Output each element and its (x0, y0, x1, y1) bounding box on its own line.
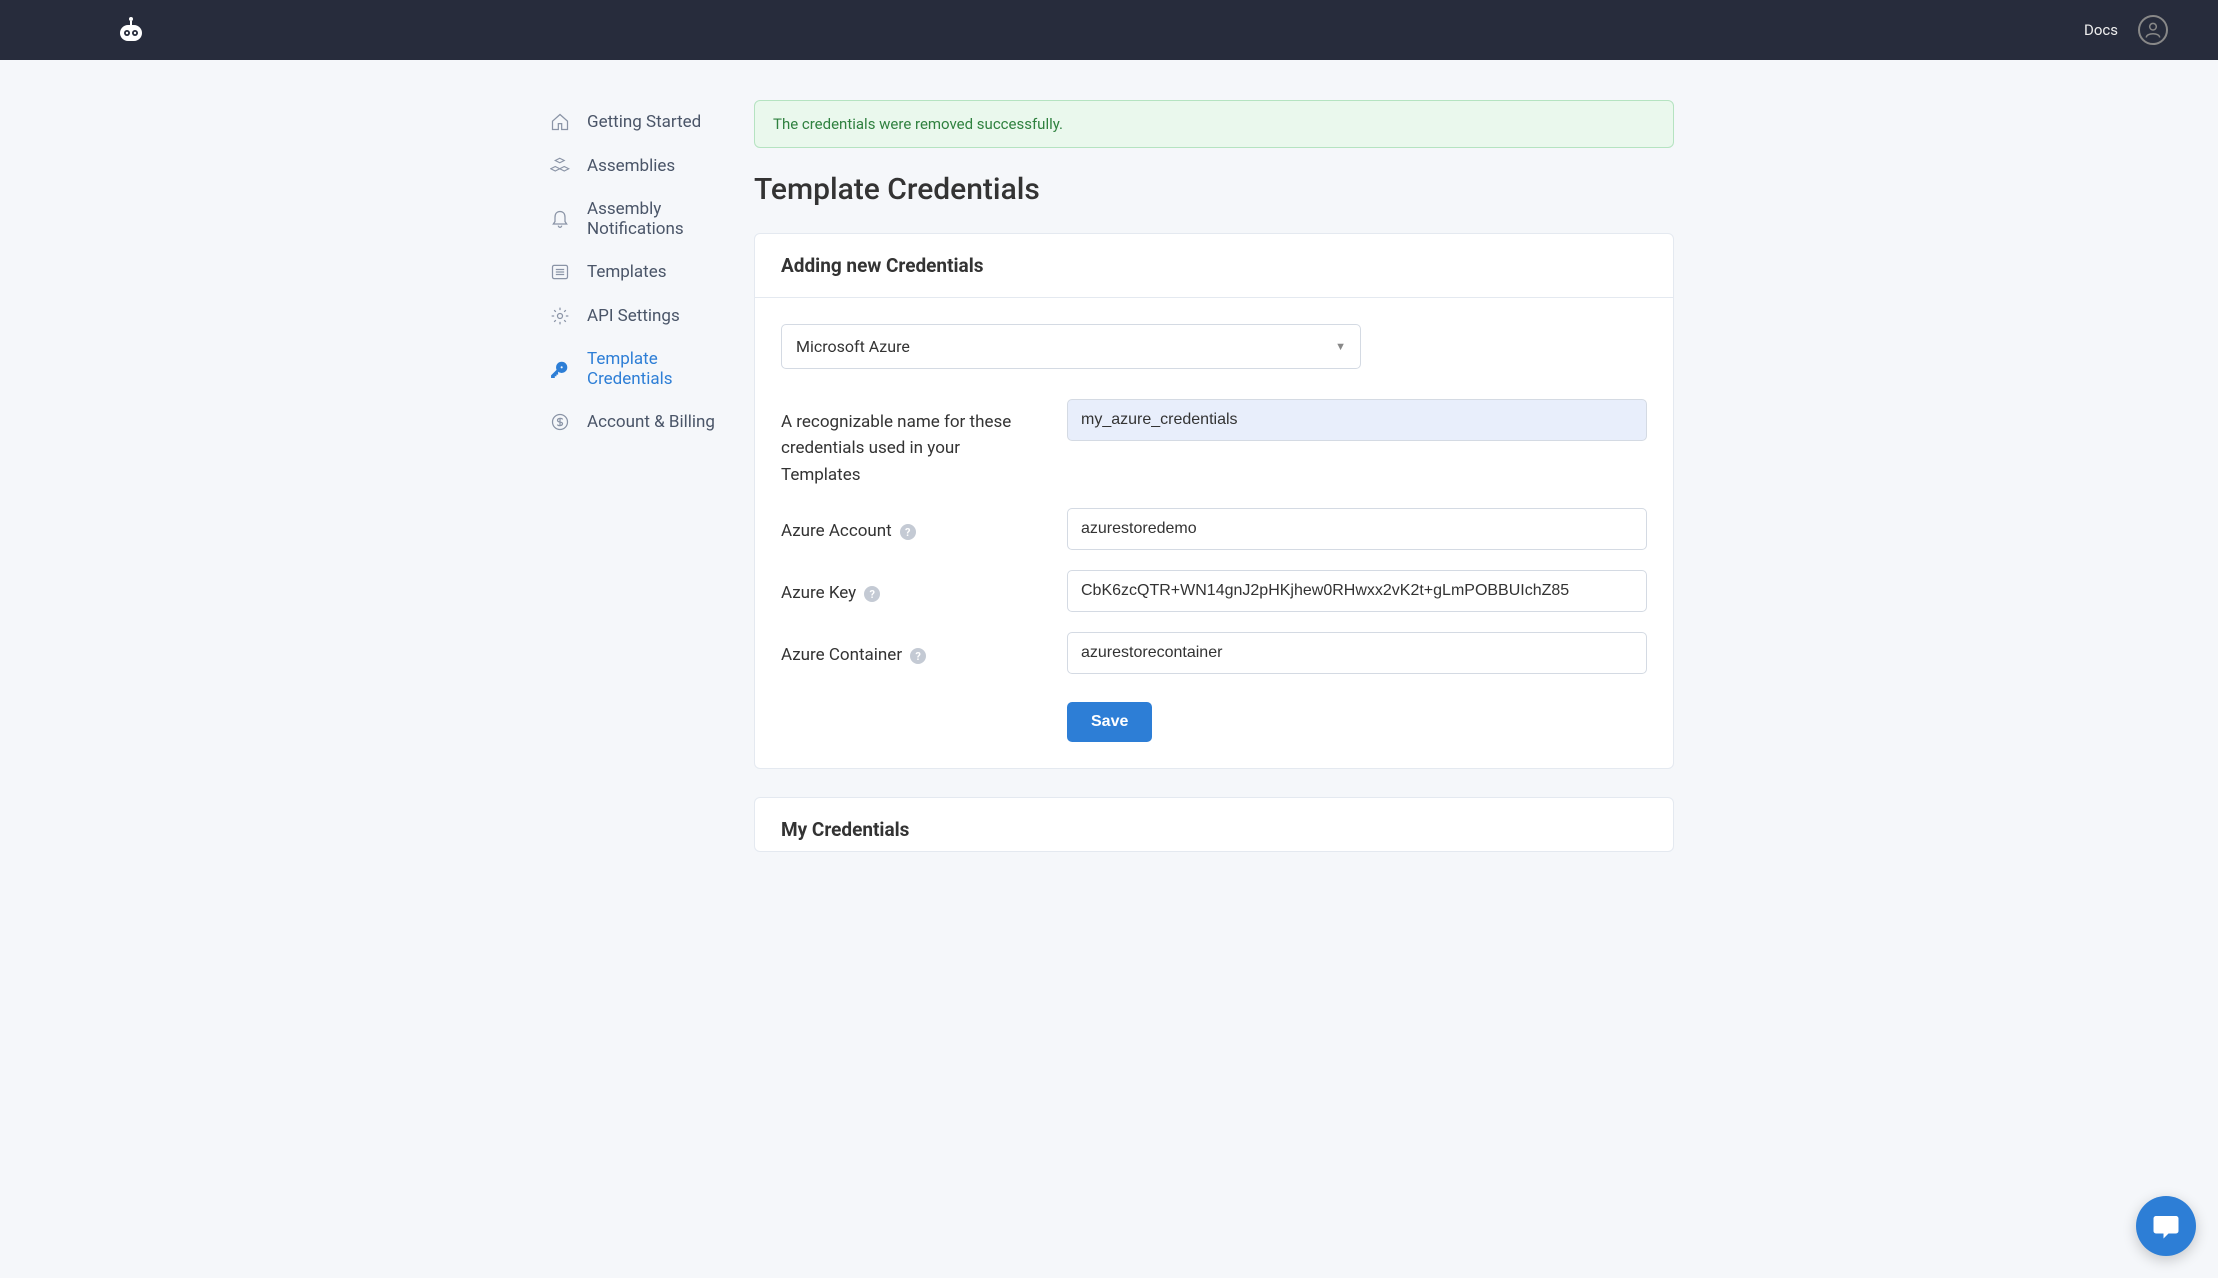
name-input-wrap (1067, 399, 1647, 441)
sidebar-item-label: Account & Billing (587, 412, 715, 432)
topbar: Docs (0, 0, 2218, 60)
form-row-account: Azure Account ? (781, 508, 1647, 550)
content: The credentials were removed successfull… (754, 100, 1674, 980)
key-icon (549, 358, 571, 380)
chat-widget[interactable] (2136, 1196, 2196, 1256)
form-row-key: Azure Key ? (781, 570, 1647, 612)
key-input-wrap (1067, 570, 1647, 612)
card-body: Microsoft Azure ▼ A recognizable name fo… (755, 298, 1673, 768)
main-wrap: Getting Started Assemblies Assembly Noti… (434, 60, 1784, 980)
help-icon[interactable]: ? (910, 648, 926, 664)
bell-icon (549, 208, 571, 230)
account-label: Azure Account ? (781, 508, 1067, 544)
user-icon (2143, 20, 2163, 40)
container-label: Azure Container ? (781, 632, 1067, 668)
page-title: Template Credentials (754, 172, 1674, 207)
provider-select-wrap: Microsoft Azure ▼ (781, 324, 1361, 369)
sidebar-item-templates[interactable]: Templates (549, 250, 734, 294)
chevron-down-icon: ▼ (1335, 340, 1346, 353)
chat-icon (2151, 1211, 2181, 1241)
button-row: Save (1067, 702, 1647, 742)
name-input[interactable] (1067, 399, 1647, 441)
user-menu[interactable] (2138, 15, 2168, 45)
app-logo[interactable] (115, 14, 147, 46)
sidebar-item-label: Template Credentials (587, 349, 734, 389)
help-icon[interactable]: ? (900, 524, 916, 540)
card-header: Adding new Credentials (755, 234, 1673, 298)
key-input[interactable] (1067, 570, 1647, 612)
account-input[interactable] (1067, 508, 1647, 550)
account-input-wrap (1067, 508, 1647, 550)
sidebar-item-template-credentials[interactable]: Template Credentials (549, 338, 734, 400)
save-button[interactable]: Save (1067, 702, 1152, 742)
form-row-name: A recognizable name for these credential… (781, 399, 1647, 488)
sidebar-item-label: API Settings (587, 306, 680, 326)
my-credentials-header: My Credentials (755, 798, 1673, 851)
sidebar-item-account-billing[interactable]: Account & Billing (549, 400, 734, 444)
help-icon[interactable]: ? (864, 586, 880, 602)
sidebar-item-assemblies[interactable]: Assemblies (549, 144, 734, 188)
provider-select-value: Microsoft Azure (796, 337, 910, 356)
sidebar-item-label: Getting Started (587, 112, 701, 132)
form-row-container: Azure Container ? (781, 632, 1647, 674)
sidebar-item-api-settings[interactable]: API Settings (549, 294, 734, 338)
sidebar-item-label: Templates (587, 262, 667, 282)
home-icon (549, 111, 571, 133)
list-icon (549, 261, 571, 283)
my-credentials-card: My Credentials (754, 797, 1674, 852)
dollar-icon (549, 411, 571, 433)
key-label: Azure Key ? (781, 570, 1067, 606)
sidebar-item-getting-started[interactable]: Getting Started (549, 100, 734, 144)
container-input-wrap (1067, 632, 1647, 674)
cubes-icon (549, 155, 571, 177)
gear-icon (549, 305, 571, 327)
docs-link[interactable]: Docs (2084, 21, 2118, 39)
add-credentials-card: Adding new Credentials Microsoft Azure ▼… (754, 233, 1674, 769)
sidebar-item-assembly-notifications[interactable]: Assembly Notifications (549, 188, 734, 250)
container-input[interactable] (1067, 632, 1647, 674)
provider-select[interactable]: Microsoft Azure ▼ (781, 324, 1361, 369)
sidebar: Getting Started Assemblies Assembly Noti… (434, 100, 754, 980)
sidebar-item-label: Assembly Notifications (587, 199, 734, 239)
topbar-right: Docs (2084, 15, 2168, 45)
alert-success: The credentials were removed successfull… (754, 100, 1674, 148)
sidebar-item-label: Assemblies (587, 156, 675, 176)
name-label: A recognizable name for these credential… (781, 399, 1067, 488)
alert-message: The credentials were removed successfull… (773, 115, 1063, 133)
